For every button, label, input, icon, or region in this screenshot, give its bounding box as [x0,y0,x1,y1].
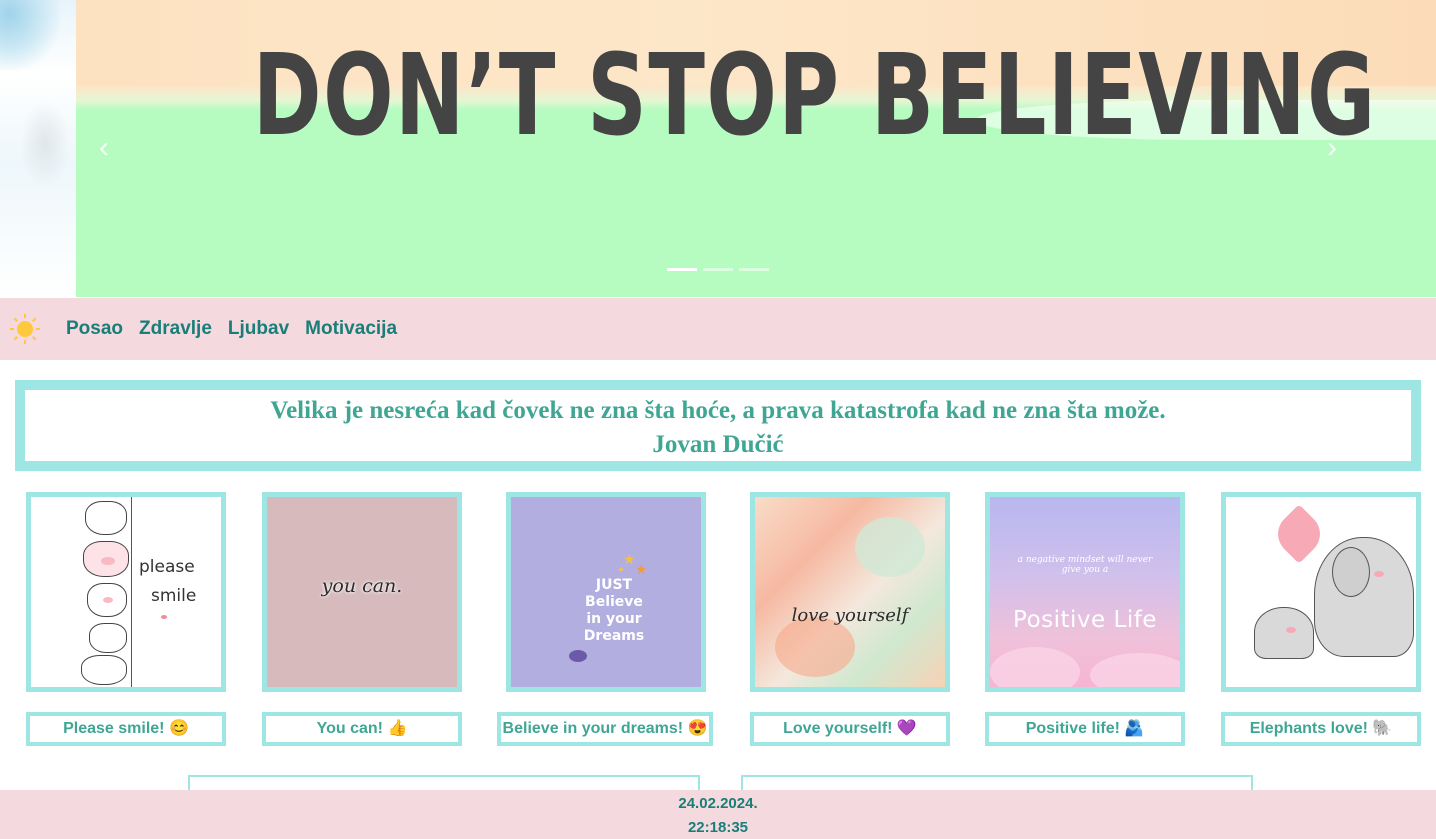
image-text: love yourself [791,605,909,626]
caption-love-yourself[interactable]: Love yourself! 💜 [750,712,950,746]
gallery-image-please-smile[interactable]: please smile [26,492,226,692]
carousel-next-icon[interactable]: › [1312,128,1352,168]
caption-positive-life[interactable]: Positive life! 🫂 [985,712,1185,746]
hero-carousel: DON’T STOP BELIEVING ‹ › [0,0,1436,297]
image-text: JUST Believe in your Dreams [583,577,645,644]
image-please-smile: please smile [31,497,221,687]
carousel-indicator[interactable] [739,268,769,271]
gallery-image-you-can[interactable]: you can. [262,492,462,692]
watercolor-splash [0,0,60,70]
image-subtext: a negative mindset will never give you a [1017,555,1153,575]
nav-link-ljubav[interactable]: Ljubav [228,318,289,340]
gallery-image-elephants[interactable] [1221,492,1421,692]
nav-link-motivacija[interactable]: Motivacija [305,318,397,340]
previous-slide-peek [0,0,76,297]
image-positive-life: a negative mindset will never give you a… [990,497,1180,687]
heart-icon [1269,504,1329,564]
gallery-image-love-yourself[interactable]: love yourself [750,492,950,692]
image-text: smile [151,586,197,606]
image-believe-dreams: ★ ★ ✦ JUST Believe in your Dreams [511,497,701,687]
quote-text: Velika je nesreća kad čovek ne zna šta h… [270,397,1166,424]
nav-link-posao[interactable]: Posao [66,318,123,340]
caption-you-can[interactable]: You can! 👍 [262,712,462,746]
footer: 24.02.2024. 22:18:35 [0,790,1436,839]
caption-believe[interactable]: Believe in your dreams! 😍 [497,712,713,746]
image-text: you can. [321,575,403,597]
image-text: Positive Life [1013,607,1157,633]
carousel-prev-icon[interactable]: ‹ [84,128,124,168]
image-you-can: you can. [267,497,457,687]
caption-elephants[interactable]: Elephants love! 🐘 [1221,712,1421,746]
carousel-indicators [667,268,769,271]
image-love-yourself: love yourself [755,497,945,687]
nav-link-zdravlje[interactable]: Zdravlje [139,318,212,340]
image-text: please [139,557,195,577]
nav-links: Posao Zdravlje Ljubav Motivacija [66,318,397,340]
gallery-image-positive-life[interactable]: a negative mindset will never give you a… [985,492,1185,692]
image-elephants [1226,497,1416,687]
footer-date: 24.02.2024. [678,795,758,812]
navbar: Posao Zdravlje Ljubav Motivacija [0,298,1436,360]
caption-please-smile[interactable]: Please smile! 😊 [26,712,226,746]
quote-author: Jovan Dučić [652,431,784,458]
carousel-indicator[interactable] [703,268,733,271]
carousel-slide: DON’T STOP BELIEVING [76,0,1436,297]
quote-box: Velika je nesreća kad čovek ne zna šta h… [15,380,1421,471]
sun-icon[interactable] [10,314,40,344]
carousel-indicator[interactable] [667,268,697,271]
footer-time: 22:18:35 [687,819,749,836]
gallery-image-believe[interactable]: ★ ★ ✦ JUST Believe in your Dreams [506,492,706,692]
slide-headline: DON’T STOP BELIEVING [252,31,1377,161]
watercolor-splash [20,100,70,190]
